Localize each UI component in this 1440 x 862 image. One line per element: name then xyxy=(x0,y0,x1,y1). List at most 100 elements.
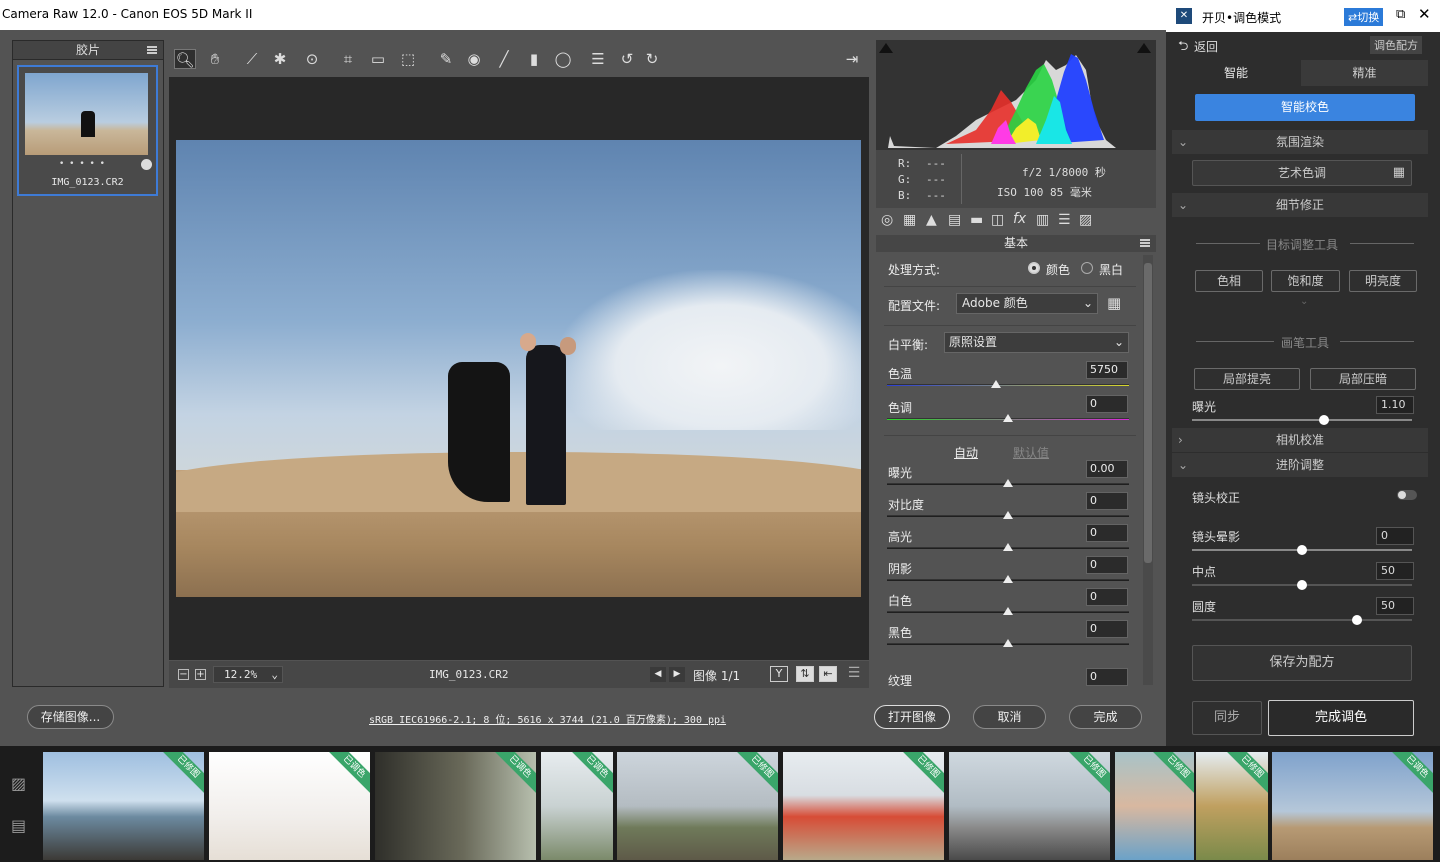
split-tab-icon[interactable]: ▬ xyxy=(970,212,983,228)
local-brighten-button[interactable]: 局部提亮 xyxy=(1194,368,1300,390)
roundness-track[interactable] xyxy=(1192,619,1412,621)
scrollbar-thumb[interactable] xyxy=(1144,263,1152,563)
rotate-right-icon[interactable]: ↻ xyxy=(641,49,663,69)
fullscreen-icon[interactable]: ⇥ xyxy=(841,49,863,69)
default-link[interactable]: 默认值 xyxy=(1013,444,1049,461)
strip-thumbnail[interactable]: 已修图 xyxy=(43,752,204,860)
presets-tab-icon[interactable]: ☰ xyxy=(1058,212,1071,228)
preferences-icon[interactable]: ☰ xyxy=(587,49,609,69)
slider-value[interactable]: 0 xyxy=(1086,492,1128,510)
strip-thumbnail[interactable]: 已修图 xyxy=(949,752,1110,860)
popout-icon[interactable]: ⧉ xyxy=(1396,7,1405,22)
basic-tab-icon[interactable]: ◎ xyxy=(881,212,893,228)
close-icon[interactable]: ✕ xyxy=(1418,5,1431,23)
kb-exposure-track[interactable] xyxy=(1192,419,1412,421)
section-menu-icon[interactable] xyxy=(1140,239,1150,247)
hand-tool-icon[interactable]: ✋︎ xyxy=(204,49,226,69)
flag-icon[interactable] xyxy=(141,159,152,170)
strip-thumbnail[interactable]: 已修图 xyxy=(783,752,944,860)
graduated-filter-icon[interactable]: ▮ xyxy=(523,49,545,69)
profile-browser-icon[interactable]: ▦ xyxy=(1107,294,1127,312)
list-icon[interactable]: ▤ xyxy=(11,816,26,835)
radio-bw-label[interactable]: 黑白 xyxy=(1099,261,1123,278)
kb-exposure-knob[interactable] xyxy=(1319,415,1329,425)
radio-color[interactable] xyxy=(1028,262,1040,274)
open-image-button[interactable]: 打开图像 xyxy=(874,705,950,729)
strip-thumbnail[interactable]: 已调色 xyxy=(541,752,613,860)
eyedropper-icon[interactable]: ⟋ xyxy=(241,49,263,69)
strip-thumbnail[interactable]: 已修图 xyxy=(617,752,778,860)
radial-filter-icon[interactable]: ◯ xyxy=(552,49,574,69)
vignette-knob[interactable] xyxy=(1297,545,1307,555)
slider-knob[interactable] xyxy=(1003,414,1013,422)
compare-y-icon[interactable]: Y xyxy=(770,666,788,682)
crop-tool-icon[interactable]: ⌗ xyxy=(337,49,359,69)
preset-button[interactable]: 调色配方 xyxy=(1370,36,1422,54)
transform-icon[interactable]: ⬚ xyxy=(397,49,419,69)
wb-select[interactable]: 原照设置 ⌄ xyxy=(944,332,1129,353)
hue-button[interactable]: 色相 xyxy=(1195,270,1263,292)
lens-correction-toggle[interactable] xyxy=(1397,490,1417,500)
back-icon[interactable]: ⮌ xyxy=(1178,37,1188,59)
slider-value[interactable]: 5750 xyxy=(1086,361,1128,379)
filmstrip-thumbnail[interactable]: • • • • • IMG_0123.CR2 xyxy=(17,65,158,196)
slider-knob[interactable] xyxy=(1003,639,1013,647)
slider-knob[interactable] xyxy=(1003,479,1013,487)
slider-value[interactable]: 0 xyxy=(1086,395,1128,413)
slider-knob[interactable] xyxy=(1003,511,1013,519)
roundness-knob[interactable] xyxy=(1352,615,1362,625)
slider-knob[interactable] xyxy=(1003,607,1013,615)
strip-thumbnail[interactable]: 已调色 xyxy=(209,752,370,860)
midpoint-value[interactable]: 50 xyxy=(1376,562,1414,580)
strip-thumbnail[interactable]: 已调色 xyxy=(1272,752,1433,860)
zoom-in-icon[interactable]: + xyxy=(195,669,206,680)
target-adjust-icon[interactable]: ⊙ xyxy=(301,49,323,69)
snapshots-tab-icon[interactable]: ▨ xyxy=(1079,212,1092,228)
image-icon[interactable]: ▨ xyxy=(11,774,26,793)
highlight-clip-icon[interactable] xyxy=(1137,43,1151,53)
brush-icon[interactable]: ╱ xyxy=(493,49,515,69)
workflow-info-link[interactable]: sRGB IEC61966-2.1; 8 位; 5616 x 3744 (21.… xyxy=(369,711,726,726)
swap-icon[interactable]: ⇅ xyxy=(796,666,814,682)
next-image-icon[interactable]: ▶ xyxy=(669,667,685,682)
kb-exposure-value[interactable]: 1.10 xyxy=(1376,396,1414,414)
section-atmosphere[interactable]: ⌄ 氛围渲染 xyxy=(1172,130,1428,154)
roundness-value[interactable]: 50 xyxy=(1376,597,1414,615)
switch-button[interactable]: ⇄切换 xyxy=(1344,8,1384,26)
section-camera[interactable]: › 相机校准 xyxy=(1172,428,1428,452)
section-detail[interactable]: ⌄ 细节修正 xyxy=(1172,193,1428,217)
slider-value[interactable]: 0 xyxy=(1086,556,1128,574)
preview-photo[interactable] xyxy=(176,140,861,597)
zoom-select[interactable]: 12.2% ⌄ xyxy=(213,666,283,683)
slider-track[interactable] xyxy=(887,384,1129,386)
slider-value[interactable]: 0 xyxy=(1086,668,1128,686)
panel-scrollbar[interactable] xyxy=(1143,255,1153,685)
sync-button[interactable]: 同步 xyxy=(1192,701,1262,735)
spot-removal-icon[interactable]: ✎ xyxy=(435,49,457,69)
luminance-button[interactable]: 明亮度 xyxy=(1349,270,1417,292)
save-preset-button[interactable]: 保存为配方 xyxy=(1192,645,1412,681)
done-button[interactable]: 完成 xyxy=(1069,705,1142,729)
slider-knob[interactable] xyxy=(1003,575,1013,583)
hsl-tab-icon[interactable]: ▤ xyxy=(948,212,961,228)
copy-settings-icon[interactable]: ⇤ xyxy=(819,666,837,682)
slider-knob[interactable] xyxy=(990,380,1001,388)
zoom-tool-icon[interactable]: 🔍︎ xyxy=(174,49,196,69)
back-label[interactable]: 返回 xyxy=(1194,38,1218,55)
straighten-icon[interactable]: ▭ xyxy=(367,49,389,69)
profile-select[interactable]: Adobe 颜色 ⌄ xyxy=(956,293,1098,314)
lens-tab-icon[interactable]: ◫ xyxy=(991,212,1004,228)
color-sampler-icon[interactable]: ✱ xyxy=(269,49,291,69)
auto-link[interactable]: 自动 xyxy=(954,444,978,461)
local-darken-button[interactable]: 局部压暗 xyxy=(1310,368,1416,390)
strip-thumbnail[interactable]: 已调色 xyxy=(375,752,536,860)
section-advanced[interactable]: ⌄ 进阶调整 xyxy=(1172,453,1428,477)
vignette-value[interactable]: 0 xyxy=(1376,527,1414,545)
art-tone-button[interactable]: 艺术色调 ▦ xyxy=(1192,160,1412,186)
curve-tab-icon[interactable]: ▦ xyxy=(903,212,916,228)
detail-tab-icon[interactable]: ▲ xyxy=(926,212,937,228)
midpoint-knob[interactable] xyxy=(1297,580,1307,590)
finish-toning-button[interactable]: 完成调色 xyxy=(1268,700,1414,736)
prev-image-icon[interactable]: ◀ xyxy=(650,667,666,682)
rotate-left-icon[interactable]: ↺ xyxy=(616,49,638,69)
